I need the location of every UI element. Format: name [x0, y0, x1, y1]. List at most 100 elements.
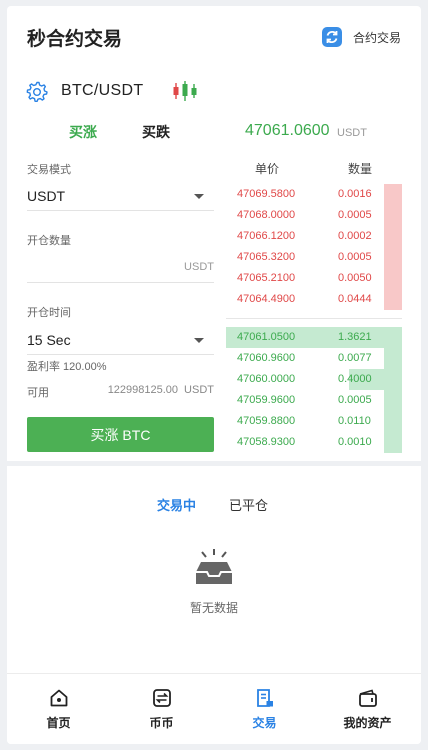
- orderbook-price: 47060.9600: [237, 352, 296, 364]
- open-time-value: 15 Sec: [27, 332, 71, 348]
- home-icon: [50, 689, 67, 707]
- pair-name: BTC/USDT: [61, 82, 144, 99]
- trade-mode-value: USDT: [27, 188, 66, 204]
- orderbook-qty: 0.0050: [338, 272, 372, 284]
- open-qty-input[interactable]: [27, 256, 181, 280]
- side-tabs: 买涨 买跌: [7, 122, 217, 144]
- tab-buy-up[interactable]: 买涨: [69, 122, 97, 142]
- tabbar-trade[interactable]: 交易: [213, 674, 316, 744]
- tabbar-exchange[interactable]: 币币: [110, 674, 213, 744]
- tab-buy-down[interactable]: 买跌: [142, 122, 170, 142]
- contract-trade-link[interactable]: 合约交易: [321, 24, 401, 50]
- available-unit: USDT: [184, 384, 214, 396]
- chevron-down-icon: [194, 194, 204, 199]
- orderbook-qty: 0.0005: [338, 394, 372, 406]
- tabbar-home-label: 首页: [46, 716, 71, 730]
- available-balance-row: 可用 122998125.00 USDT: [27, 384, 214, 400]
- chevron-down-icon: [194, 338, 204, 343]
- orderbook-qty-header: 数量: [348, 162, 373, 176]
- depth-bar: [384, 247, 402, 268]
- available-value-wrap: 122998125.00 USDT: [108, 384, 214, 396]
- orderbook-ask-row[interactable]: 47069.5800 0.0016: [226, 184, 402, 205]
- section-divider: [7, 461, 421, 466]
- orderbook-qty: 0.0010: [338, 436, 372, 448]
- contract-trade-label: 合约交易: [352, 30, 401, 45]
- page-title: 秒合约交易: [27, 29, 123, 50]
- depth-bar: [384, 205, 402, 226]
- orderbook-price: 47068.0000: [237, 209, 296, 221]
- depth-bar: [384, 390, 402, 411]
- orderbook-bid-row[interactable]: 47058.9300 0.0010: [226, 432, 402, 453]
- depth-bar: [384, 226, 402, 247]
- open-time-select[interactable]: 15 Sec: [27, 326, 214, 355]
- gear-icon[interactable]: [26, 80, 48, 102]
- candlestick-icon[interactable]: [172, 80, 198, 102]
- empty-state-text: 暂无数据: [189, 601, 238, 615]
- orderbook-bid-row[interactable]: 47059.9600 0.0005: [226, 390, 402, 411]
- orderbook-price: 47058.9300: [237, 436, 296, 448]
- tabbar-home[interactable]: 首页: [7, 674, 110, 744]
- orderbook-bid-row[interactable]: 47060.0000 0.4000: [226, 369, 402, 390]
- orderbook-price: 47061.0500: [237, 331, 296, 343]
- orderbook-bid-row[interactable]: 47061.0500 1.3621: [226, 327, 402, 348]
- orderbook-qty: 0.0005: [338, 251, 372, 263]
- depth-bar: [384, 268, 402, 289]
- tab-open-positions[interactable]: 交易中: [157, 495, 196, 514]
- swap-icon: [321, 27, 342, 47]
- orderbook-ask-row[interactable]: 47065.2100 0.0050: [226, 268, 402, 289]
- profit-rate: 盈利率 120.00%: [27, 361, 107, 373]
- orderbook-price: 47065.2100: [237, 272, 296, 284]
- orderbook-ask-row[interactable]: 47064.4900 0.0444: [226, 289, 402, 310]
- orderbook-price: 47059.8800: [237, 415, 296, 427]
- pair-selector[interactable]: BTC/USDT: [26, 78, 143, 104]
- orderbook-qty: 0.0002: [338, 230, 372, 242]
- depth-bar: [384, 348, 402, 369]
- wallet-icon: [358, 689, 377, 707]
- submit-buy-button[interactable]: 买涨 BTC: [27, 417, 214, 452]
- trade-mode-label: 交易模式: [27, 164, 71, 176]
- tabbar-trade-label: 交易: [252, 716, 277, 730]
- app-screen: 秒合约交易 合约交易 BTC/USDT 买涨 买跌 47061.0600 USD…: [7, 6, 421, 744]
- orderbook-price: 47066.1200: [237, 230, 296, 242]
- depth-bar: [384, 432, 402, 453]
- trade-icon: [256, 689, 273, 707]
- orderbook-bid-row[interactable]: 47060.9600 0.0077: [226, 348, 402, 369]
- tabbar-exchange-label: 币币: [149, 716, 174, 730]
- orderbook-qty: 0.0110: [338, 415, 371, 427]
- orderbook-price: 47069.5800: [237, 188, 296, 200]
- orderbook-qty: 0.0077: [338, 352, 372, 364]
- trade-mode-select[interactable]: USDT: [27, 182, 214, 211]
- orderbook-price: 47059.9600: [237, 394, 296, 406]
- empty-tray-icon: [196, 549, 232, 584]
- open-qty-unit: USDT: [184, 261, 214, 273]
- last-price-unit: USDT: [337, 127, 367, 139]
- orderbook-bid-row[interactable]: 47059.8800 0.0110: [226, 411, 402, 432]
- last-price: 47061.0600: [245, 122, 330, 139]
- orderbook-qty: 0.0005: [338, 209, 372, 221]
- open-qty-field: USDT: [27, 252, 214, 283]
- orderbook-price: 47060.0000: [237, 373, 296, 385]
- orderbook-price: 47065.3200: [237, 251, 296, 263]
- open-qty-label: 开仓数量: [27, 235, 71, 247]
- orderbook-divider: [226, 318, 402, 319]
- orderbook-ask-row[interactable]: 47068.0000 0.0005: [226, 205, 402, 226]
- depth-bar: [384, 411, 402, 432]
- orderbook-qty: 1.3621: [338, 331, 372, 343]
- tab-closed-positions[interactable]: 已平仓: [229, 495, 268, 514]
- orderbook-price: 47064.4900: [237, 293, 296, 305]
- tabbar-assets[interactable]: 我的资产: [316, 674, 419, 744]
- orderbook-qty: 0.4000: [338, 373, 372, 385]
- orderbook-ask-row[interactable]: 47065.3200 0.0005: [226, 247, 402, 268]
- depth-bar: [384, 184, 402, 205]
- bottom-tabbar: 首页 币币 交易 我的资产: [7, 673, 421, 744]
- available-value: 122998125.00: [107, 384, 179, 396]
- orderbook-price-header: 单价: [255, 162, 280, 176]
- open-time-label: 开仓时间: [27, 307, 71, 319]
- orderbook-qty: 0.0016: [338, 188, 372, 200]
- depth-bar: [384, 289, 402, 310]
- available-label: 可用: [27, 387, 49, 399]
- orderbook-ask-row[interactable]: 47066.1200 0.0002: [226, 226, 402, 247]
- orderbook-qty: 0.0444: [338, 293, 372, 305]
- tabbar-assets-label: 我的资产: [343, 716, 392, 730]
- exchange-icon: [152, 689, 171, 707]
